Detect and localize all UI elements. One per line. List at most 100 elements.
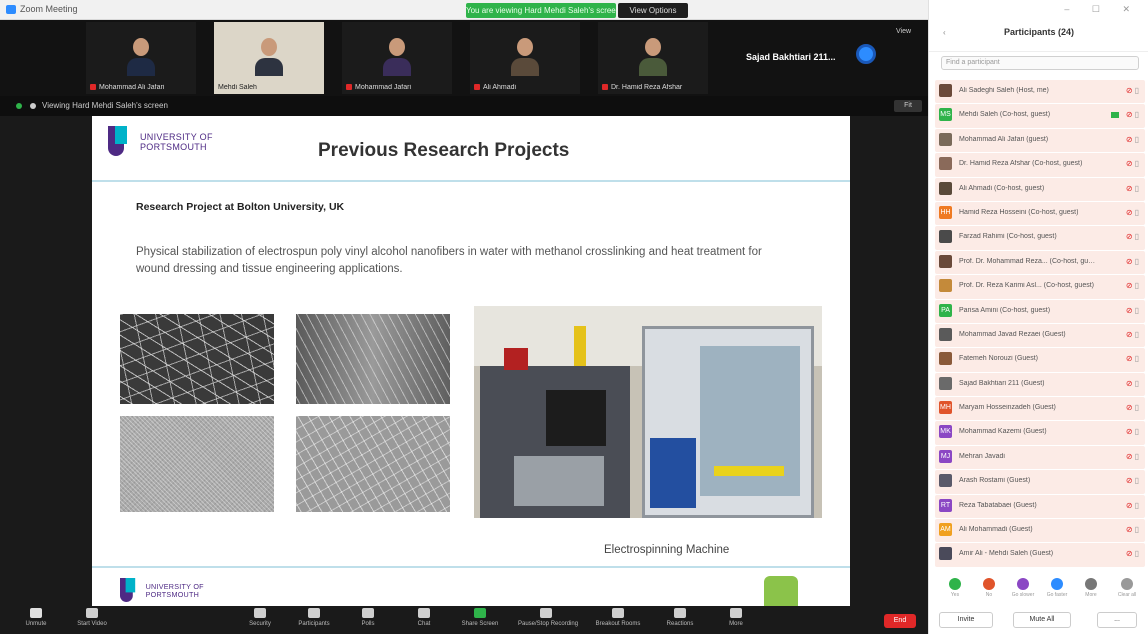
feedback-yes-button[interactable]: Yes — [939, 578, 971, 598]
participant-avatar: MK — [939, 425, 952, 439]
participant-row[interactable]: Prof. Dr. Reza Karimi Asl... (Co-host, g… — [935, 275, 1145, 299]
mic-muted-icon — [602, 84, 608, 91]
participant-status[interactable]: ⊘▯ — [1126, 549, 1141, 558]
participant-status[interactable]: ⊘▯ — [1126, 232, 1141, 241]
participant-row[interactable]: Amir Ali - Mehdi Saleh (Guest) ⊘▯ — [935, 543, 1145, 567]
participant-status[interactable]: ⊘▯ — [1126, 452, 1141, 461]
shared-slide: UNIVERSITY OF PORTSMOUTH Previous Researc… — [92, 116, 850, 606]
participant-avatar — [939, 547, 952, 561]
gallery-next-page-button[interactable] — [856, 44, 876, 64]
participant-video — [379, 32, 415, 76]
participant-list: Ali Sadeghi Saleh (Host, me) ⊘▯ MS Mehdi Sa… — [935, 80, 1145, 568]
chat-button[interactable]: Chat — [396, 608, 452, 634]
participant-status[interactable]: ⊘▯ — [1126, 330, 1141, 339]
video-camera-icon — [86, 608, 98, 618]
gallery-view-toggle[interactable]: View — [896, 28, 911, 35]
participant-row[interactable]: AM Ali Mohammadi (Guest) ⊘▯ — [935, 519, 1145, 543]
participant-status[interactable]: ⊘▯ — [1126, 208, 1141, 217]
participant-row[interactable]: MJ Mehran Javadi ⊘▯ — [935, 445, 1145, 470]
feedback-no-button[interactable]: No — [973, 578, 1005, 598]
slide-footer: UNIVERSITY OF PORTSMOUTH — [92, 566, 850, 606]
view-options-button[interactable]: View Options — [618, 3, 688, 18]
logo-text-line2: PORTSMOUTH — [145, 590, 200, 599]
participant-avatar: AM — [939, 523, 952, 537]
participant-row[interactable]: Fatemeh Norouzi (Guest) ⊘▯ — [935, 348, 1145, 372]
participant-row[interactable]: PA Parisa Amini (Co-host, guest) ⊘▯ — [935, 299, 1145, 323]
participant-row[interactable]: Prof. Dr. Mohammad Reza... (Co-host, gue… — [935, 250, 1145, 275]
more-options-button[interactable]: ... — [1097, 612, 1137, 628]
participant-status[interactable]: ⊘▯ — [1126, 427, 1141, 436]
feedback-more-button[interactable]: More — [1075, 578, 1107, 598]
participant-row[interactable]: Arash Rostami (Guest) ⊘▯ — [935, 470, 1145, 494]
participant-row[interactable]: Mohammad Ali Jafari (guest) ⊘▯ — [935, 128, 1145, 153]
participant-name: Mohammad Kazemi (Guest) — [959, 428, 1047, 436]
end-meeting-button[interactable]: End — [884, 614, 916, 628]
participant-status[interactable]: ⊘▯ — [1126, 379, 1141, 388]
participant-video-tile[interactable]: Dr. Hamid Reza Afshar — [598, 22, 708, 94]
participant-status[interactable]: ⊘▯ — [1126, 86, 1141, 95]
participants-button[interactable]: Participants — [286, 608, 342, 634]
participant-row[interactable]: HH Hamid Reza Hosseini (Co-host, guest) ⊘▯ — [935, 201, 1145, 226]
participant-row[interactable]: MH Maryam Hosseinzadeh (Guest) ⊘▯ — [935, 397, 1145, 421]
participant-status[interactable]: ⊘▯ — [1126, 306, 1141, 315]
participant-video-tile[interactable]: Mohammad Ali Jafari — [86, 22, 196, 94]
video-off-icon: ▯ — [1134, 256, 1141, 266]
feedback-go-faster-button[interactable]: Go faster — [1041, 578, 1073, 598]
breakout-rooms-button[interactable]: Breakout Rooms — [590, 608, 646, 634]
university-logo: UNIVERSITY OF PORTSMOUTH — [108, 126, 228, 168]
participant-status[interactable]: ⊘▯ — [1126, 403, 1141, 412]
window-controls[interactable]: – ☐ ✕ — [1064, 4, 1140, 15]
project-heading: Research Project at Bolton University, U… — [136, 201, 345, 213]
participant-row[interactable]: Ali Ahmadi (Co-host, guest) ⊘▯ — [935, 177, 1145, 201]
participant-status[interactable]: ⊘▯ — [1126, 525, 1141, 534]
participant-name: Hamid Reza Hosseini (Co-host, guest) — [959, 208, 1079, 216]
participant-row[interactable]: Ali Sadeghi Saleh (Host, me) ⊘▯ — [935, 80, 1145, 104]
microphone-button[interactable]: Unmute — [8, 608, 64, 634]
participant-status[interactable]: ⊘▯ — [1126, 159, 1141, 168]
participant-status[interactable]: ⊘▯ — [1126, 281, 1141, 290]
participant-video-tile[interactable]: Mehdi Saleh — [214, 22, 324, 94]
participant-status[interactable]: ⊘▯ — [1126, 110, 1141, 119]
participant-row[interactable]: Dr. Hamid Reza Afshar (Co-host, guest) ⊘▯ — [935, 153, 1145, 177]
video-off-icon: ▯ — [1134, 281, 1141, 291]
participant-video-tile[interactable]: Mohammad Jafari — [342, 22, 452, 94]
share-screen-button[interactable]: Share Screen — [452, 608, 508, 634]
slide-header: UNIVERSITY OF PORTSMOUTH Previous Researc… — [92, 116, 850, 182]
participant-status[interactable]: ⊘▯ — [1126, 184, 1141, 193]
invite-button[interactable]: Invite — [939, 612, 993, 628]
participant-row[interactable]: Sajad Bakhtiari 211 (Guest) ⊘▯ — [935, 372, 1145, 397]
feedback-clear-all-button[interactable]: Clear all — [1111, 578, 1143, 598]
fit-window-button[interactable]: Fit — [894, 100, 922, 112]
participant-avatar — [939, 376, 952, 390]
participant-row[interactable]: MS Mehdi Saleh (Co-host, guest) ⊘▯ — [935, 104, 1145, 128]
participant-status[interactable]: ⊘▯ — [1126, 257, 1141, 266]
participant-row[interactable]: Farzad Rahimi (Co-host, guest) ⊘▯ — [935, 226, 1145, 250]
more-button[interactable]: More — [708, 608, 764, 634]
record-button[interactable]: Pause/Stop Recording — [518, 608, 578, 634]
video-off-icon: ▯ — [1134, 451, 1141, 461]
participant-row[interactable]: RT Reza Tabatabaei (Guest) ⊘▯ — [935, 494, 1145, 519]
video-camera-button[interactable]: Start Video — [64, 608, 120, 634]
participant-row[interactable]: Mohammad Javad Rezaei (Guest) ⊘▯ — [935, 323, 1145, 348]
participant-status[interactable]: ⊘▯ — [1126, 501, 1141, 510]
video-gallery-strip: Mohammad Ali Jafari Mehdi Saleh Mohammad J… — [0, 20, 928, 96]
participant-status[interactable]: ⊘▯ — [1126, 354, 1141, 363]
participant-search-input[interactable]: Find a participant — [941, 56, 1139, 70]
video-off-icon: ▯ — [1134, 207, 1141, 217]
shield-button[interactable]: Security — [232, 608, 288, 634]
feedback-icon — [1017, 578, 1029, 590]
mic-muted-icon: ⊘ — [1125, 549, 1135, 559]
participant-name: Ali Sadeghi Saleh (Host, me) — [959, 87, 1049, 94]
gallery-more-participants[interactable]: Sajad Bakhtiari 211... — [746, 52, 836, 62]
participant-video-tile[interactable]: Ali Ahmadi — [470, 22, 580, 94]
participant-row[interactable]: MK Mohammad Kazemi (Guest) ⊘▯ — [935, 421, 1145, 445]
mute-all-button[interactable]: Mute All — [1013, 612, 1071, 628]
feedback-go-slower-button[interactable]: Go slower — [1007, 578, 1039, 598]
breakout-rooms-icon — [612, 608, 624, 618]
participant-status[interactable]: ⊘▯ — [1126, 135, 1141, 144]
control-label: Breakout Rooms — [595, 621, 641, 627]
participant-status[interactable]: ⊘▯ — [1126, 476, 1141, 485]
polls-button[interactable]: Polls — [340, 608, 396, 634]
mic-muted-icon — [474, 84, 480, 91]
reactions-button[interactable]: Reactions — [652, 608, 708, 634]
